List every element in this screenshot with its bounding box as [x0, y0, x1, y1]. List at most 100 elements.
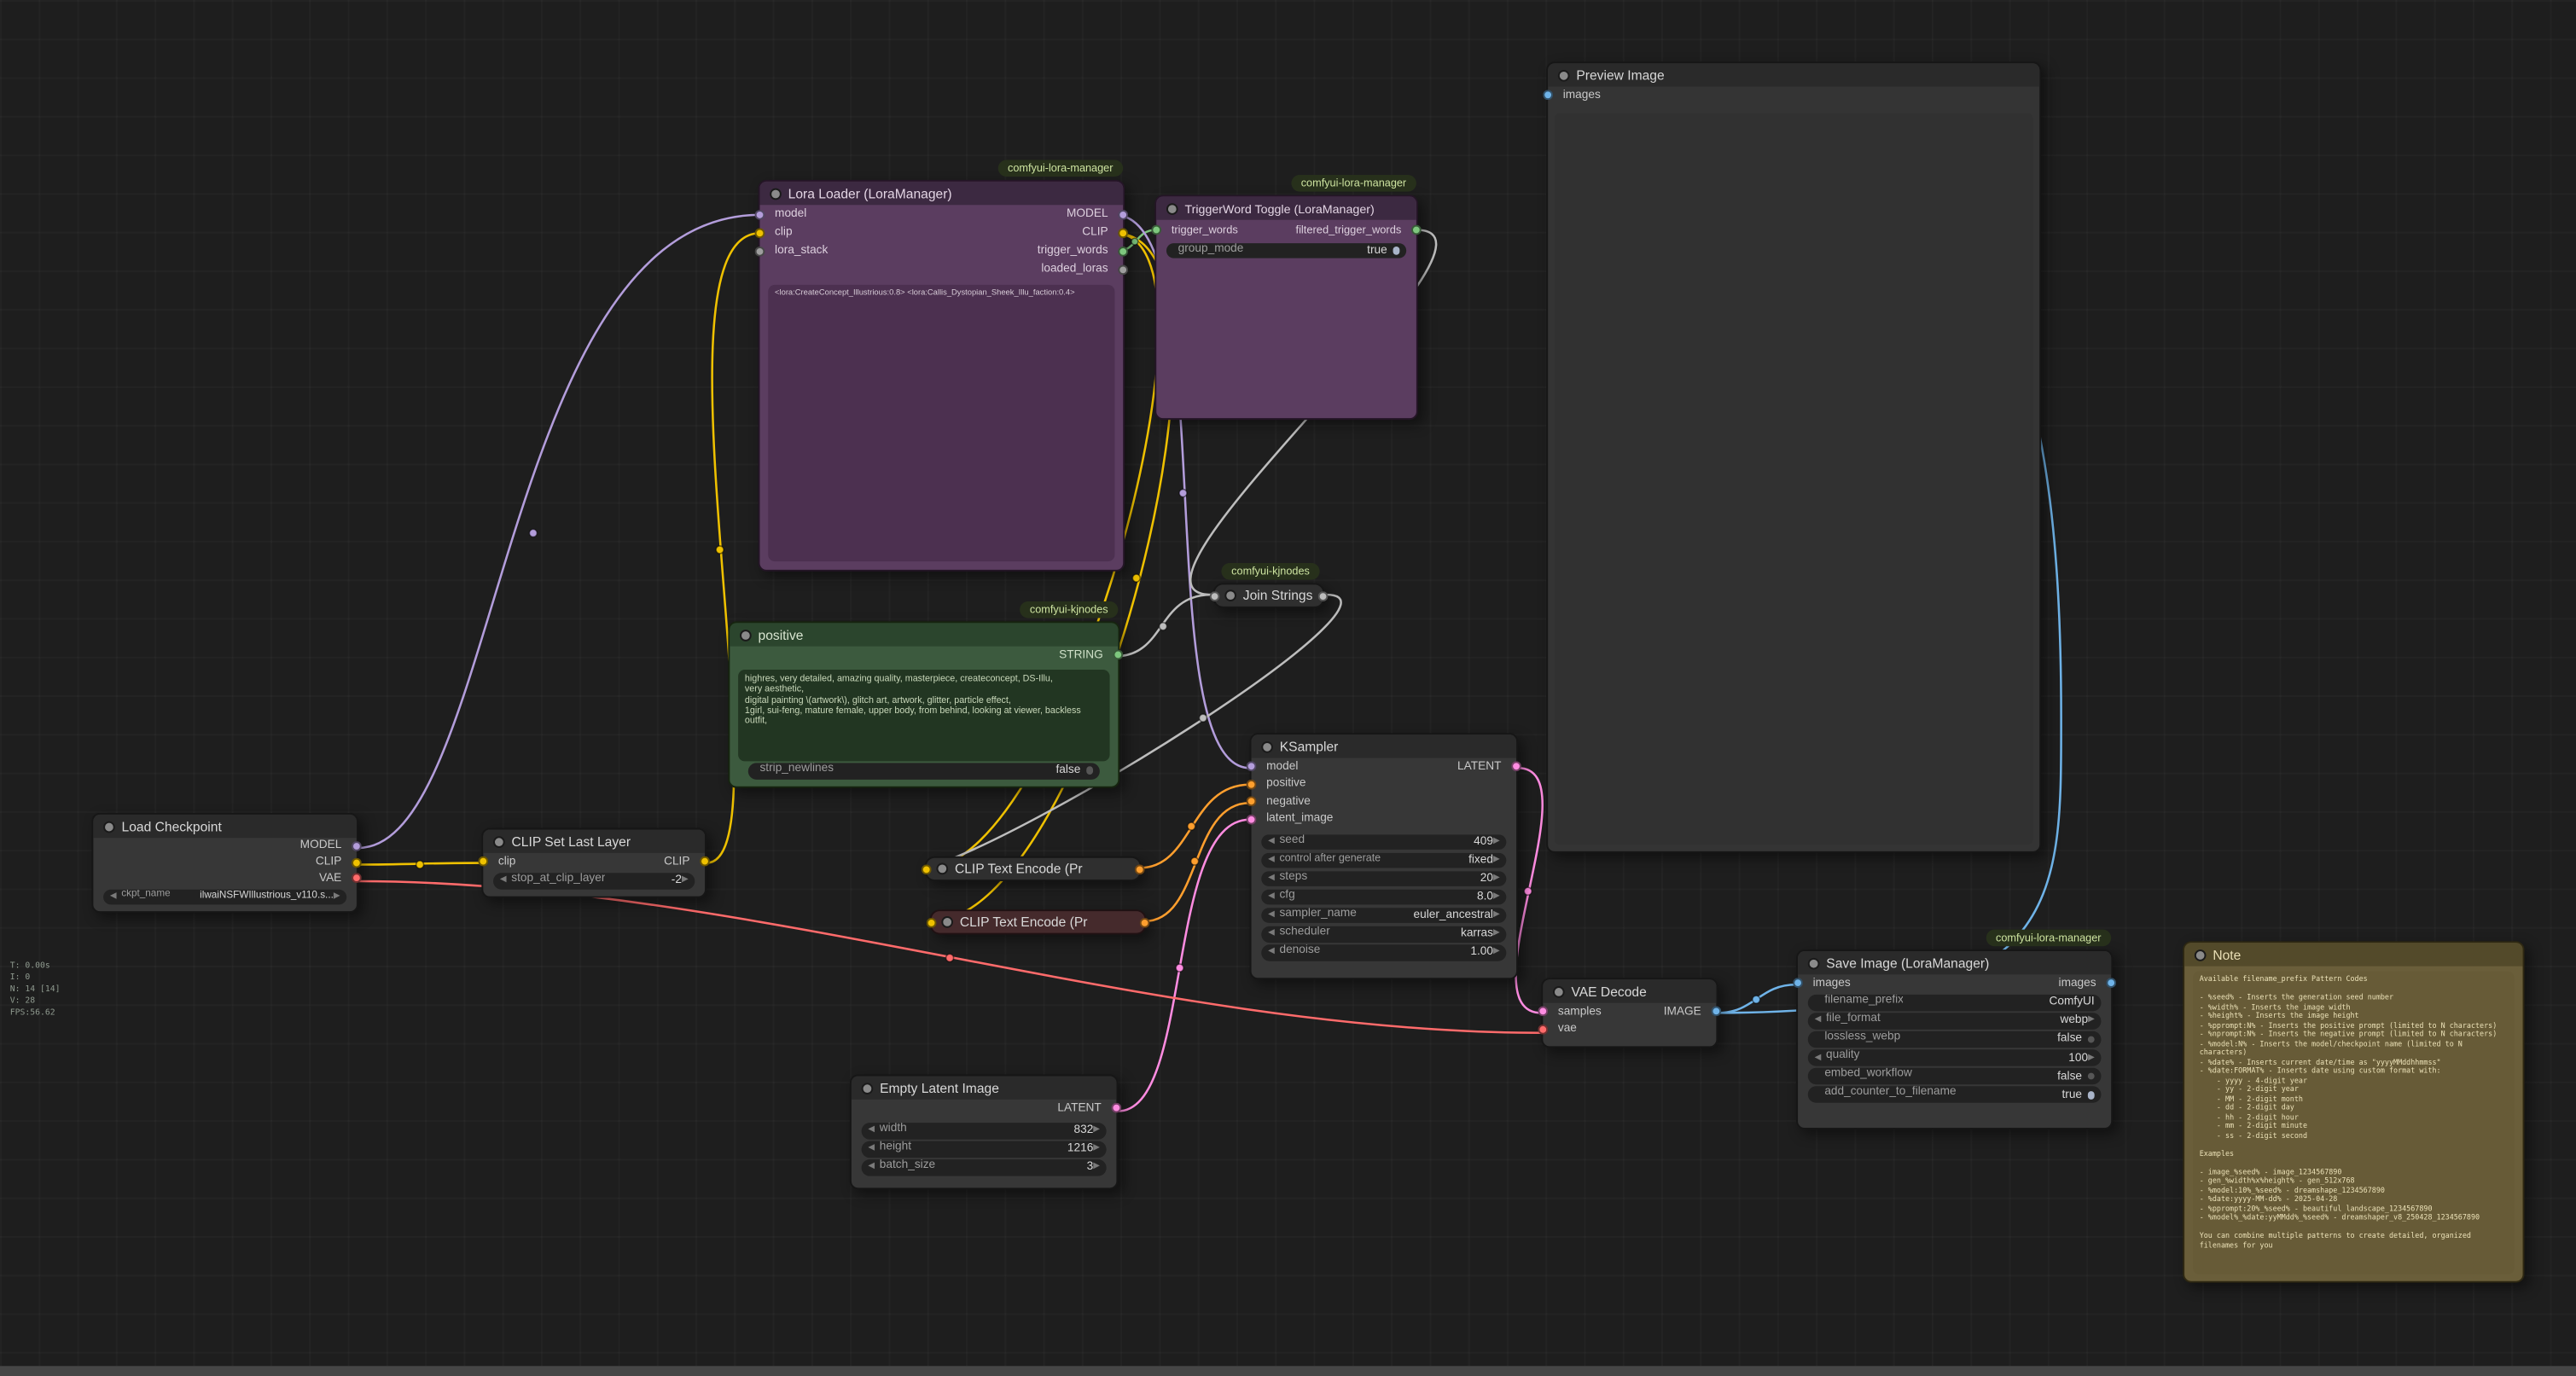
node-title-bar[interactable]: Empty Latent Image: [852, 1077, 1116, 1100]
input-port-positive[interactable]: [1247, 779, 1257, 789]
collapse-dot-icon[interactable]: [103, 821, 115, 833]
collapse-dot-icon[interactable]: [1166, 202, 1178, 214]
input-port-lora-stack[interactable]: [755, 246, 765, 256]
widget-width[interactable]: ◀ width 832 ▶: [862, 1123, 1107, 1139]
widget-file-format[interactable]: ◀ file_format webp ▶: [1808, 1013, 2102, 1029]
combo-right-arrow-icon[interactable]: ▶: [1493, 949, 1500, 957]
collapse-dot-icon[interactable]: [862, 1082, 874, 1094]
combo-right-arrow-icon[interactable]: ▶: [2088, 1054, 2095, 1062]
combo-left-arrow-icon[interactable]: ◀: [110, 892, 117, 901]
input-port-vae[interactable]: [1538, 1024, 1548, 1034]
combo-right-arrow-icon[interactable]: ▶: [1493, 912, 1500, 920]
output-port[interactable]: [1135, 864, 1145, 874]
combo-right-arrow-icon[interactable]: ▶: [1093, 1145, 1100, 1153]
output-port-filtered-trigger-words[interactable]: [1411, 225, 1422, 235]
output-port-trigger-words[interactable]: [1118, 246, 1128, 256]
node-title-bar[interactable]: VAE Decode: [1543, 979, 1716, 1002]
combo-left-arrow-icon[interactable]: ◀: [1815, 1017, 1822, 1025]
node-title-bar[interactable]: Load Checkpoint: [93, 815, 357, 838]
widget-embed-workflow[interactable]: embed_workflow false: [1808, 1068, 2102, 1084]
combo-left-arrow-icon[interactable]: ◀: [1268, 874, 1275, 883]
combo-left-arrow-icon[interactable]: ◀: [1815, 1054, 1822, 1062]
widget-ckpt-name[interactable]: ◀ ckpt_name ilwaiNSFWIllustrious_v110.s.…: [103, 889, 346, 905]
widget-stop-at-clip-layer[interactable]: ◀ stop_at_clip_layer -2 ▶: [493, 873, 695, 889]
combo-left-arrow-icon[interactable]: ◀: [1268, 930, 1275, 938]
combo-right-arrow-icon[interactable]: ▶: [1493, 930, 1500, 938]
node-title-bar[interactable]: CLIP Set Last Layer: [483, 829, 705, 852]
combo-left-arrow-icon[interactable]: ◀: [1268, 949, 1275, 957]
widget-strip-newlines[interactable]: strip_newlines false: [748, 763, 1100, 779]
widget-lossless-webp[interactable]: lossless_webp false: [1808, 1031, 2102, 1048]
toggle-off-icon[interactable]: [2087, 1036, 2095, 1043]
combo-left-arrow-icon[interactable]: ◀: [868, 1127, 875, 1135]
node-title-bar[interactable]: TriggerWord Toggle (LoraManager): [1156, 196, 1416, 219]
combo-right-arrow-icon[interactable]: ▶: [682, 877, 689, 885]
collapse-dot-icon[interactable]: [740, 629, 752, 641]
widget-scheduler[interactable]: ◀ scheduler karras ▶: [1261, 926, 1506, 943]
node-triggerword-toggle[interactable]: comfyui-lora-manager TriggerWord Toggle …: [1154, 194, 1418, 420]
input-port[interactable]: [1210, 590, 1220, 601]
collapse-dot-icon[interactable]: [770, 188, 782, 200]
widget-height[interactable]: ◀ height 1216 ▶: [862, 1141, 1107, 1158]
combo-left-arrow-icon[interactable]: ◀: [1268, 856, 1275, 865]
widget-steps[interactable]: ◀ steps 20 ▶: [1261, 871, 1506, 887]
combo-right-arrow-icon[interactable]: ▶: [1093, 1127, 1100, 1135]
output-port-string[interactable]: [1113, 650, 1123, 660]
node-save-image[interactable]: comfyui-lora-manager Save Image (LoraMan…: [1796, 949, 2113, 1129]
collapse-dot-icon[interactable]: [1558, 69, 1570, 81]
node-lora-loader[interactable]: comfyui-lora-manager Lora Loader (LoraMa…: [759, 180, 1125, 572]
input-port[interactable]: [927, 917, 937, 927]
output-port-vae[interactable]: [352, 874, 362, 884]
output-port-clip[interactable]: [700, 856, 710, 867]
combo-left-arrow-icon[interactable]: ◀: [868, 1145, 875, 1153]
combo-right-arrow-icon[interactable]: ▶: [334, 892, 340, 901]
combo-left-arrow-icon[interactable]: ◀: [500, 877, 507, 885]
output-port-latent[interactable]: [1112, 1103, 1122, 1113]
output-port[interactable]: [1318, 590, 1329, 601]
widget-filename-prefix[interactable]: filename_prefix ComfyUI: [1808, 995, 2102, 1011]
output-port-model[interactable]: [1118, 209, 1128, 219]
node-title-bar[interactable]: Preview Image: [1548, 63, 2039, 86]
combo-left-arrow-icon[interactable]: ◀: [1268, 838, 1275, 846]
node-vae-decode[interactable]: VAE Decode samples IMAGE vae: [1541, 978, 1718, 1048]
output-port-clip[interactable]: [352, 857, 362, 868]
toggle-off-icon[interactable]: [1085, 767, 1093, 775]
output-port[interactable]: [1140, 917, 1150, 927]
output-port-model[interactable]: [352, 841, 362, 851]
combo-left-arrow-icon[interactable]: ◀: [1268, 912, 1275, 920]
node-graph-canvas[interactable]: T: 0.00s I: 0 N: 14 [14] V: 28 FPS:56.62…: [0, 0, 2576, 1376]
output-port-image[interactable]: [1712, 1007, 1722, 1017]
input-port-clip[interactable]: [478, 856, 488, 867]
node-ksampler[interactable]: KSampler model LATENT positive negative …: [1250, 733, 1518, 979]
node-title-bar[interactable]: Save Image (LoraManager): [1798, 951, 2111, 974]
widget-seed[interactable]: ◀ seed 409 ▶: [1261, 833, 1506, 850]
node-empty-latent-image[interactable]: Empty Latent Image LATENT ◀ width 832 ▶ …: [850, 1075, 1118, 1190]
widget-batch-size[interactable]: ◀ batch_size 3 ▶: [862, 1160, 1107, 1176]
combo-left-arrow-icon[interactable]: ◀: [868, 1164, 875, 1172]
input-port-images[interactable]: [1543, 90, 1553, 101]
node-title-bar[interactable]: Lora Loader (LoraManager): [759, 182, 1123, 205]
node-note[interactable]: Note Available filename_prefix Pattern C…: [2183, 941, 2524, 1282]
collapse-dot-icon[interactable]: [941, 916, 953, 928]
output-port-images[interactable]: [2106, 978, 2116, 989]
input-port-clip[interactable]: [755, 228, 765, 238]
input-port-model[interactable]: [1247, 762, 1257, 772]
input-port-negative[interactable]: [1247, 797, 1257, 807]
node-preview-image[interactable]: Preview Image images: [1546, 61, 2041, 853]
node-title-bar[interactable]: positive: [730, 623, 1118, 646]
collapse-dot-icon[interactable]: [1261, 740, 1273, 752]
combo-right-arrow-icon[interactable]: ▶: [1493, 856, 1500, 865]
input-port-samples[interactable]: [1538, 1007, 1548, 1017]
prompt-text-area[interactable]: highres, very detailed, amazing quality,…: [738, 670, 1109, 761]
node-clip-text-encode-negative[interactable]: CLIP Text Encode (Pr: [930, 909, 1147, 934]
combo-right-arrow-icon[interactable]: ▶: [1493, 874, 1500, 883]
note-text-area[interactable]: Available filename_prefix Pattern Codes …: [2193, 971, 2515, 1274]
toggle-off-icon[interactable]: [2087, 1072, 2095, 1080]
collapse-dot-icon[interactable]: [2195, 949, 2207, 961]
input-port-model[interactable]: [755, 209, 765, 219]
combo-right-arrow-icon[interactable]: ▶: [2088, 1017, 2095, 1025]
output-port-loaded-loras[interactable]: [1118, 264, 1128, 275]
widget-sampler-name[interactable]: ◀ sampler_name euler_ancestral ▶: [1261, 908, 1506, 924]
combo-right-arrow-icon[interactable]: ▶: [1493, 838, 1500, 846]
combo-right-arrow-icon[interactable]: ▶: [1093, 1164, 1100, 1172]
